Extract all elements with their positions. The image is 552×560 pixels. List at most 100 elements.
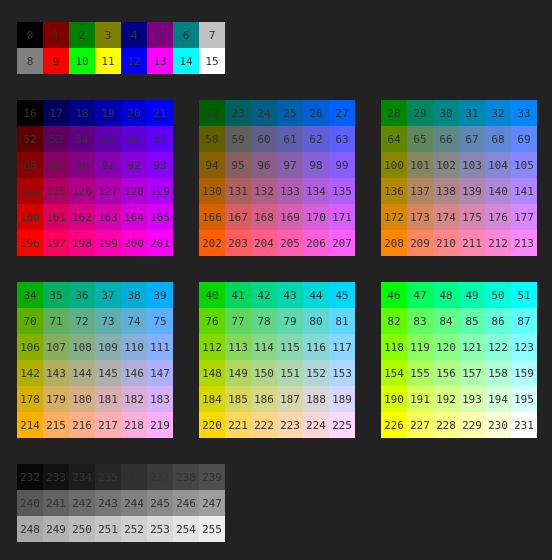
color-swatch-75[interactable]: 75 bbox=[147, 308, 173, 334]
color-swatch-25[interactable]: 25 bbox=[277, 100, 303, 126]
color-swatch-116[interactable]: 116 bbox=[303, 334, 329, 360]
color-swatch-136[interactable]: 136 bbox=[381, 178, 407, 204]
color-swatch-152[interactable]: 152 bbox=[303, 360, 329, 386]
color-swatch-173[interactable]: 173 bbox=[407, 204, 433, 230]
color-swatch-239[interactable]: 239 bbox=[199, 464, 225, 490]
color-swatch-215[interactable]: 215 bbox=[43, 412, 69, 438]
color-swatch-188[interactable]: 188 bbox=[303, 386, 329, 412]
color-swatch-9[interactable]: 9 bbox=[43, 48, 69, 74]
color-swatch-142[interactable]: 142 bbox=[17, 360, 43, 386]
color-swatch-63[interactable]: 63 bbox=[329, 126, 355, 152]
color-swatch-74[interactable]: 74 bbox=[121, 308, 147, 334]
color-swatch-140[interactable]: 140 bbox=[485, 178, 511, 204]
color-swatch-97[interactable]: 97 bbox=[277, 152, 303, 178]
color-swatch-131[interactable]: 131 bbox=[225, 178, 251, 204]
color-swatch-34[interactable]: 34 bbox=[17, 282, 43, 308]
color-swatch-167[interactable]: 167 bbox=[225, 204, 251, 230]
color-swatch-210[interactable]: 210 bbox=[433, 230, 459, 256]
color-swatch-99[interactable]: 99 bbox=[329, 152, 355, 178]
color-swatch-76[interactable]: 76 bbox=[199, 308, 225, 334]
color-swatch-143[interactable]: 143 bbox=[43, 360, 69, 386]
color-swatch-169[interactable]: 169 bbox=[277, 204, 303, 230]
color-swatch-89[interactable]: 89 bbox=[43, 152, 69, 178]
color-swatch-109[interactable]: 109 bbox=[95, 334, 121, 360]
color-swatch-157[interactable]: 157 bbox=[459, 360, 485, 386]
color-swatch-52[interactable]: 52 bbox=[17, 126, 43, 152]
color-swatch-151[interactable]: 151 bbox=[277, 360, 303, 386]
color-swatch-64[interactable]: 64 bbox=[381, 126, 407, 152]
color-swatch-77[interactable]: 77 bbox=[225, 308, 251, 334]
color-swatch-42[interactable]: 42 bbox=[251, 282, 277, 308]
color-swatch-185[interactable]: 185 bbox=[225, 386, 251, 412]
color-swatch-179[interactable]: 179 bbox=[43, 386, 69, 412]
color-swatch-225[interactable]: 225 bbox=[329, 412, 355, 438]
color-swatch-122[interactable]: 122 bbox=[485, 334, 511, 360]
color-swatch-147[interactable]: 147 bbox=[147, 360, 173, 386]
color-swatch-202[interactable]: 202 bbox=[199, 230, 225, 256]
color-swatch-60[interactable]: 60 bbox=[251, 126, 277, 152]
color-swatch-49[interactable]: 49 bbox=[459, 282, 485, 308]
color-swatch-38[interactable]: 38 bbox=[121, 282, 147, 308]
color-swatch-153[interactable]: 153 bbox=[329, 360, 355, 386]
color-swatch-154[interactable]: 154 bbox=[381, 360, 407, 386]
color-swatch-209[interactable]: 209 bbox=[407, 230, 433, 256]
color-swatch-107[interactable]: 107 bbox=[43, 334, 69, 360]
color-swatch-132[interactable]: 132 bbox=[251, 178, 277, 204]
color-swatch-15[interactable]: 15 bbox=[199, 48, 225, 74]
color-swatch-205[interactable]: 205 bbox=[277, 230, 303, 256]
color-swatch-231[interactable]: 231 bbox=[511, 412, 537, 438]
color-swatch-96[interactable]: 96 bbox=[251, 152, 277, 178]
color-swatch-175[interactable]: 175 bbox=[459, 204, 485, 230]
color-swatch-57[interactable]: 57 bbox=[147, 126, 173, 152]
color-swatch-230[interactable]: 230 bbox=[485, 412, 511, 438]
color-swatch-113[interactable]: 113 bbox=[225, 334, 251, 360]
color-swatch-28[interactable]: 28 bbox=[381, 100, 407, 126]
color-swatch-111[interactable]: 111 bbox=[147, 334, 173, 360]
color-swatch-191[interactable]: 191 bbox=[407, 386, 433, 412]
color-swatch-68[interactable]: 68 bbox=[485, 126, 511, 152]
color-swatch-248[interactable]: 248 bbox=[17, 516, 43, 542]
color-swatch-161[interactable]: 161 bbox=[43, 204, 69, 230]
color-swatch-27[interactable]: 27 bbox=[329, 100, 355, 126]
color-swatch-182[interactable]: 182 bbox=[121, 386, 147, 412]
color-swatch-155[interactable]: 155 bbox=[407, 360, 433, 386]
color-swatch-176[interactable]: 176 bbox=[485, 204, 511, 230]
color-swatch-187[interactable]: 187 bbox=[277, 386, 303, 412]
color-swatch-218[interactable]: 218 bbox=[121, 412, 147, 438]
color-swatch-149[interactable]: 149 bbox=[225, 360, 251, 386]
color-swatch-212[interactable]: 212 bbox=[485, 230, 511, 256]
color-swatch-237[interactable]: 237 bbox=[147, 464, 173, 490]
color-swatch-229[interactable]: 229 bbox=[459, 412, 485, 438]
color-swatch-171[interactable]: 171 bbox=[329, 204, 355, 230]
color-swatch-241[interactable]: 241 bbox=[43, 490, 69, 516]
color-swatch-14[interactable]: 14 bbox=[173, 48, 199, 74]
color-swatch-217[interactable]: 217 bbox=[95, 412, 121, 438]
color-swatch-159[interactable]: 159 bbox=[511, 360, 537, 386]
color-swatch-232[interactable]: 232 bbox=[17, 464, 43, 490]
color-swatch-213[interactable]: 213 bbox=[511, 230, 537, 256]
color-swatch-174[interactable]: 174 bbox=[433, 204, 459, 230]
color-swatch-211[interactable]: 211 bbox=[459, 230, 485, 256]
color-swatch-121[interactable]: 121 bbox=[459, 334, 485, 360]
color-swatch-206[interactable]: 206 bbox=[303, 230, 329, 256]
color-swatch-24[interactable]: 24 bbox=[251, 100, 277, 126]
color-swatch-223[interactable]: 223 bbox=[277, 412, 303, 438]
color-swatch-204[interactable]: 204 bbox=[251, 230, 277, 256]
color-swatch-197[interactable]: 197 bbox=[43, 230, 69, 256]
color-swatch-150[interactable]: 150 bbox=[251, 360, 277, 386]
color-swatch-146[interactable]: 146 bbox=[121, 360, 147, 386]
color-swatch-93[interactable]: 93 bbox=[147, 152, 173, 178]
color-swatch-125[interactable]: 125 bbox=[43, 178, 69, 204]
color-swatch-0[interactable]: 0 bbox=[17, 22, 43, 48]
color-swatch-101[interactable]: 101 bbox=[407, 152, 433, 178]
color-swatch-70[interactable]: 70 bbox=[17, 308, 43, 334]
color-swatch-5[interactable]: 5 bbox=[147, 22, 173, 48]
color-swatch-62[interactable]: 62 bbox=[303, 126, 329, 152]
color-swatch-252[interactable]: 252 bbox=[121, 516, 147, 542]
color-swatch-233[interactable]: 233 bbox=[43, 464, 69, 490]
color-swatch-163[interactable]: 163 bbox=[95, 204, 121, 230]
color-swatch-46[interactable]: 46 bbox=[381, 282, 407, 308]
color-swatch-238[interactable]: 238 bbox=[173, 464, 199, 490]
color-swatch-3[interactable]: 3 bbox=[95, 22, 121, 48]
color-swatch-165[interactable]: 165 bbox=[147, 204, 173, 230]
